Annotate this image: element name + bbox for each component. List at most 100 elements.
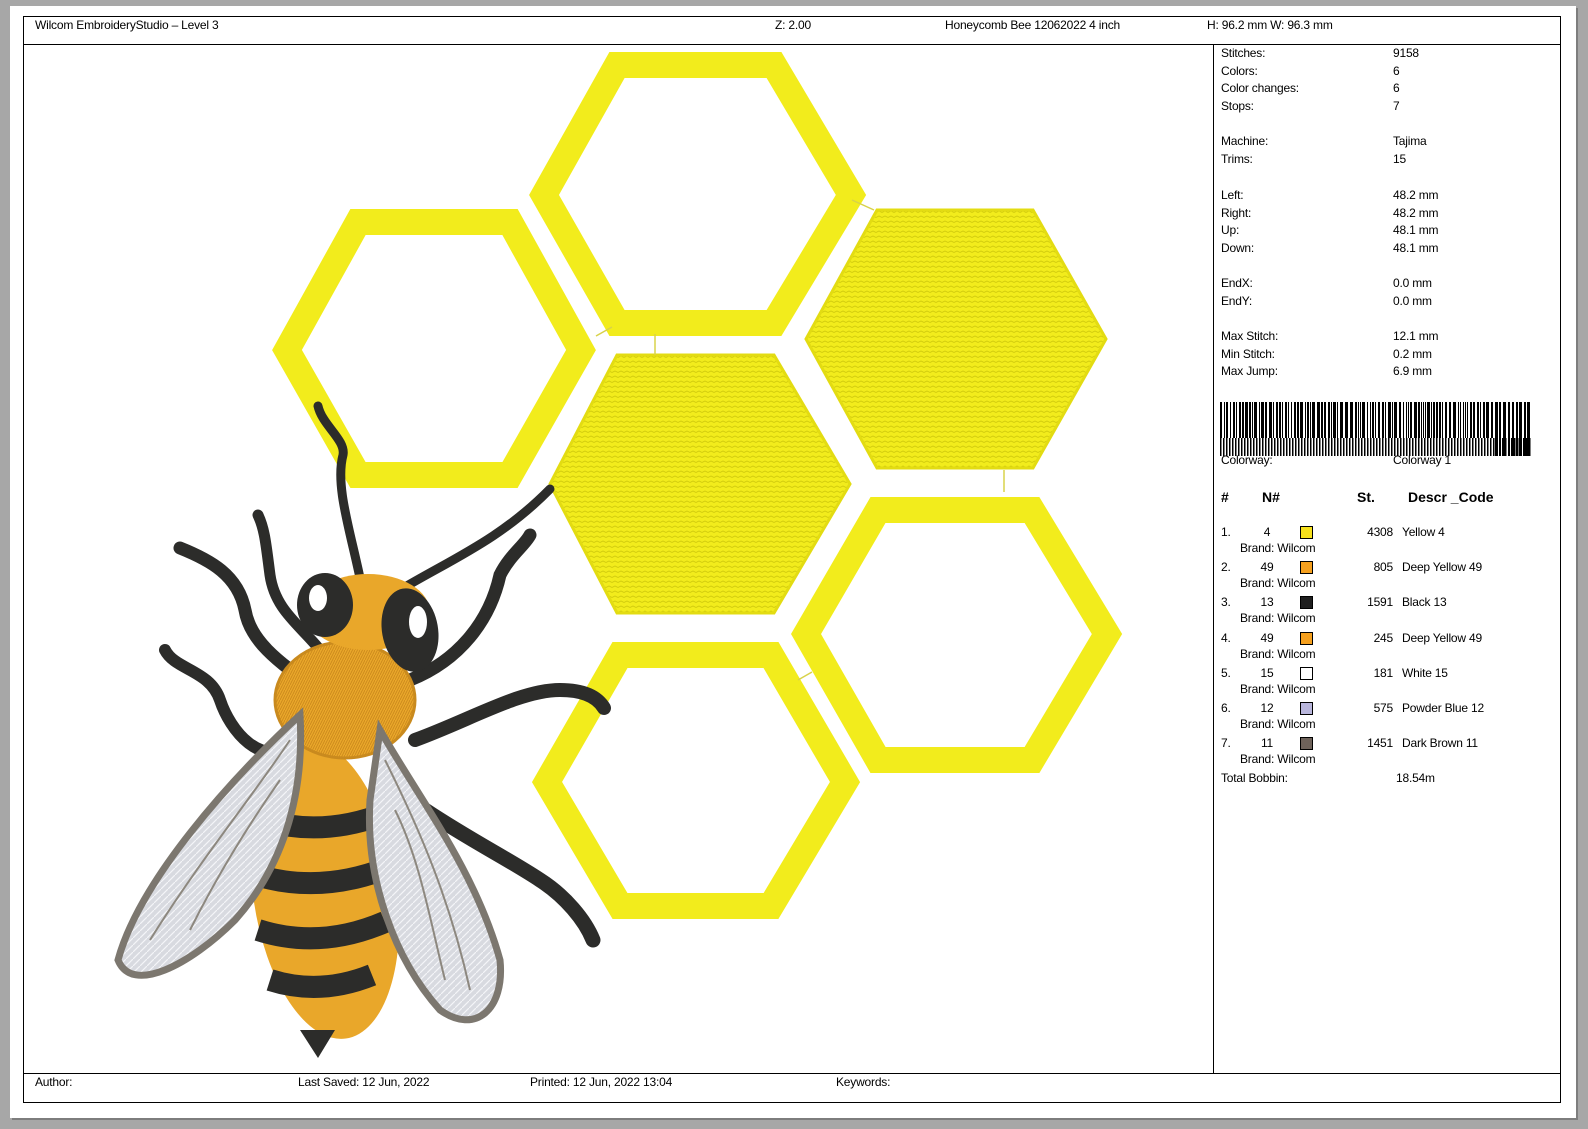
barcode-bar: [1385, 438, 1387, 456]
color-row-index: 2.: [1221, 560, 1231, 575]
barcode-bar: [1319, 438, 1321, 456]
color-row-number: 4: [1263, 525, 1271, 539]
barcode: [1220, 402, 1531, 456]
barcode-bar: [1254, 402, 1257, 438]
barcode-bar: [1244, 438, 1246, 456]
barcode-bar: [1427, 438, 1429, 456]
barcode-bar: [1466, 438, 1468, 456]
color-row: 2. 49 805 Deep Yellow 49 Brand: Wilcom: [1221, 560, 1551, 595]
barcode-bar: [1340, 438, 1342, 456]
barcode-bar: [1406, 402, 1407, 438]
barcode-bar: [1250, 438, 1252, 456]
app-title: Wilcom EmbroideryStudio – Level 3: [35, 18, 219, 32]
stat-label: Max Jump:: [1221, 364, 1278, 378]
color-row-description: Yellow 4: [1402, 525, 1445, 539]
color-row-number: 12: [1260, 701, 1274, 715]
barcode-bar: [1403, 402, 1404, 438]
barcode-bar: [1241, 438, 1243, 456]
barcode-bar: [1286, 438, 1288, 456]
color-row-number: 15: [1260, 665, 1274, 680]
barcode-bar: [1273, 402, 1274, 438]
barcode-bar: [1245, 402, 1248, 438]
barcode-bar: [1256, 438, 1258, 456]
barcode-bar: [1355, 402, 1357, 438]
bee-illustration: [114, 401, 611, 1058]
barcode-bar: [1328, 402, 1330, 438]
barcode-bar: [1427, 402, 1430, 438]
stat-value: 48.2 mm: [1393, 188, 1439, 202]
stat-value: 48.2 mm: [1393, 206, 1439, 220]
barcode-bar: [1445, 402, 1447, 438]
color-row: 5. 15 181 White 15 Brand: Wilcom: [1221, 666, 1551, 701]
stat-label: Machine:: [1221, 134, 1269, 148]
footer-divider: [24, 1073, 1560, 1074]
author-field: Author:: [35, 1075, 73, 1089]
barcode-bar: [1346, 438, 1348, 456]
barcode-bar: [1378, 402, 1380, 438]
barcode-bar: [1454, 438, 1456, 456]
barcode-bar: [1230, 402, 1231, 438]
total-bobbin-label: Total Bobbin:: [1221, 771, 1288, 785]
color-row-index: 3.: [1221, 595, 1231, 610]
barcode-bar: [1376, 438, 1378, 456]
barcode-bar: [1406, 438, 1408, 456]
color-row: 6. 12 575 Powder Blue 12 Brand: Wilcom: [1221, 701, 1551, 736]
barcode-bar: [1502, 438, 1504, 456]
color-row-stitches: 1451: [1367, 736, 1393, 751]
barcode-bar: [1391, 438, 1393, 456]
barcode-bar: [1325, 438, 1327, 456]
color-row-index: 6.: [1221, 701, 1231, 715]
barcode-bar: [1481, 438, 1483, 456]
barcode-bar: [1313, 438, 1315, 456]
barcode-bar: [1282, 402, 1283, 438]
barcode-bar: [1520, 438, 1522, 456]
barcode-bar: [1268, 438, 1270, 456]
barcode-bar: [1310, 402, 1311, 438]
barcode-bar: [1322, 438, 1324, 456]
barcode-bar: [1223, 438, 1225, 456]
honeycomb-cell-outline: [790, 497, 1123, 773]
barcode-bar: [1265, 402, 1267, 438]
barcode-bar: [1367, 402, 1368, 438]
barcode-bar: [1418, 402, 1420, 438]
barcode-bar: [1469, 438, 1471, 456]
barcode-bar: [1229, 438, 1231, 456]
barcode-bar: [1247, 438, 1249, 456]
barcode-bar: [1409, 438, 1411, 456]
barcode-bar: [1472, 438, 1474, 456]
stat-label: Down:: [1221, 241, 1255, 255]
barcode-bar: [1415, 438, 1417, 456]
barcode-bar: [1529, 438, 1531, 456]
barcode-bar: [1433, 438, 1435, 456]
barcode-bar: [1242, 402, 1244, 438]
color-row-brand: Brand: Wilcom: [1240, 717, 1316, 731]
barcode-bar: [1289, 438, 1291, 456]
barcode-bar: [1475, 438, 1477, 456]
barcode-bar: [1508, 438, 1510, 456]
barcode-bar: [1305, 402, 1306, 438]
color-row: 7. 11 1451 Dark Brown 11 Brand: Wilcom: [1221, 736, 1551, 771]
barcode-bar: [1397, 438, 1399, 456]
color-swatch: [1300, 631, 1313, 645]
barcode-bar: [1294, 402, 1296, 438]
barcode-bar: [1496, 438, 1498, 456]
color-row-index: 7.: [1221, 736, 1231, 751]
stat-value: 7: [1393, 99, 1400, 113]
honeycomb-cell-outline: [272, 209, 596, 488]
barcode-bar: [1239, 402, 1241, 438]
barcode-bar: [1473, 402, 1475, 438]
barcode-bar: [1430, 438, 1432, 456]
barcode-bar: [1423, 402, 1424, 438]
stat-label: Stitches:: [1221, 46, 1266, 60]
color-row-stitches: 805: [1373, 560, 1394, 575]
barcode-bar: [1490, 438, 1492, 456]
barcode-bar: [1345, 402, 1348, 438]
barcode-bar: [1388, 438, 1390, 456]
barcode-bar: [1460, 438, 1462, 456]
barcode-bar: [1477, 402, 1479, 438]
stat-value: 15: [1393, 152, 1406, 166]
stat-label: Max Stitch:: [1221, 329, 1279, 343]
barcode-bar: [1262, 438, 1264, 456]
barcode-bar: [1343, 438, 1345, 456]
barcode-bar: [1301, 438, 1303, 456]
